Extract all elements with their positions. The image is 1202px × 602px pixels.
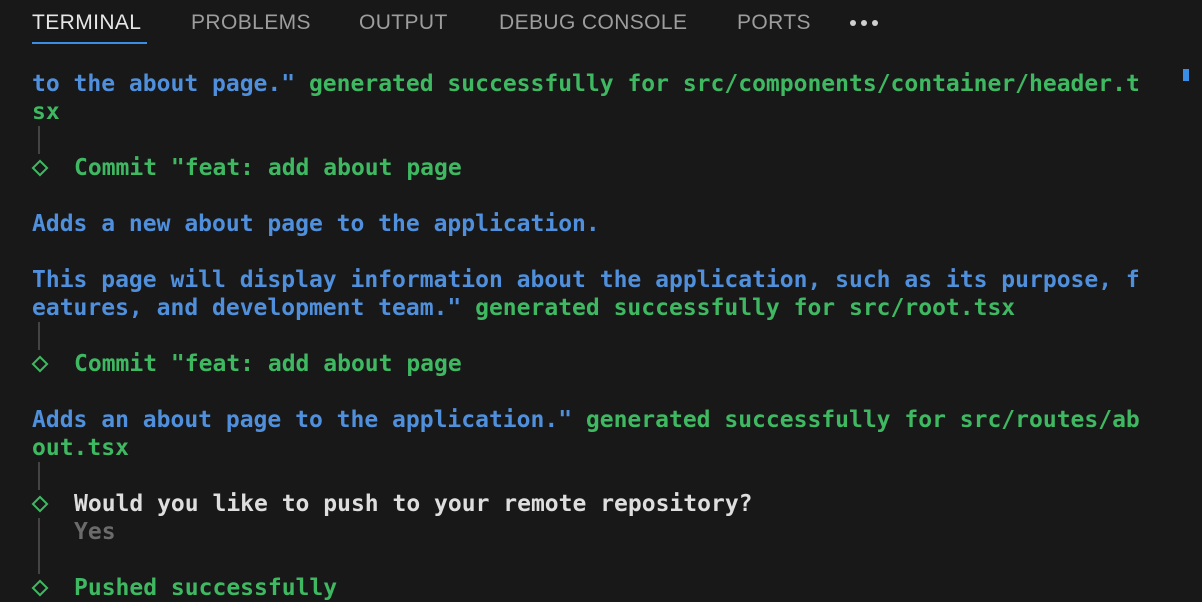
step-label: Commit "feat: add about page: [74, 351, 462, 377]
status-text: generated successfully for src/root.tsx: [461, 295, 1016, 321]
tree-bar: [38, 462, 40, 490]
step-diamond-icon: [31, 355, 49, 373]
terminal-line: sx: [32, 99, 60, 125]
terminal-line: out.tsx: [32, 435, 129, 461]
tree-bar: [38, 322, 40, 350]
step-push-prompt: Would you like to push to your remote re…: [31, 490, 1172, 518]
commit-message-text: to the about page.": [32, 71, 296, 97]
tree-connector: [32, 546, 1172, 574]
commit-message-text: eatures, and development team.": [32, 295, 462, 321]
scrollbar-thumb[interactable]: [1183, 69, 1189, 81]
terminal-line: Adds an about page to the application." …: [32, 406, 1172, 434]
tab-problems[interactable]: PROBLEMS: [191, 0, 311, 46]
tab-output[interactable]: OUTPUT: [359, 0, 448, 46]
tab-ports[interactable]: PORTS: [737, 0, 811, 46]
step-push-result: Pushed successfully: [31, 574, 1172, 602]
tree-connector: [32, 462, 1172, 490]
step-diamond-icon: [31, 495, 49, 513]
panel-tab-bar: TERMINAL PROBLEMS OUTPUT DEBUG CONSOLE P…: [0, 0, 1202, 48]
tree-bar: [38, 518, 40, 546]
terminal-line: to the about page." generated successful…: [32, 70, 1172, 98]
prompt-question: Would you like to push to your remote re…: [74, 491, 753, 517]
tree-connector: [32, 126, 1172, 154]
step-commit-1: Commit "feat: add about page: [31, 154, 1172, 182]
commit-message-text: Adds an about page to the application.": [32, 407, 573, 433]
status-text: generated successfully for src/routes/ab: [572, 407, 1140, 433]
tree-bar: [38, 546, 40, 574]
terminal-panel: TERMINAL PROBLEMS OUTPUT DEBUG CONSOLE P…: [0, 0, 1202, 602]
tab-debug-console[interactable]: DEBUG CONSOLE: [499, 0, 687, 46]
terminal-line: This page will display information about…: [32, 267, 1140, 293]
status-text: generated successfully for src/component…: [295, 71, 1140, 97]
terminal-line: eatures, and development team." generate…: [32, 294, 1172, 322]
tree-bar: [38, 126, 40, 154]
step-label: Commit "feat: add about page: [74, 155, 462, 181]
step-diamond-icon: [31, 579, 49, 597]
tab-terminal[interactable]: TERMINAL: [32, 0, 141, 46]
step-commit-2: Commit "feat: add about page: [31, 350, 1172, 378]
push-result: Pushed successfully: [74, 575, 338, 601]
active-tab-indicator: [32, 42, 147, 44]
tree-connector: [32, 322, 1172, 350]
terminal-line: Adds a new about page to the application…: [32, 211, 600, 237]
step-diamond-icon: [31, 159, 49, 177]
prompt-answer-line: Yes: [32, 518, 1172, 546]
more-horizontal-icon[interactable]: [846, 10, 882, 36]
terminal-output[interactable]: to the about page." generated successful…: [31, 70, 1172, 602]
prompt-answer: Yes: [74, 519, 116, 545]
